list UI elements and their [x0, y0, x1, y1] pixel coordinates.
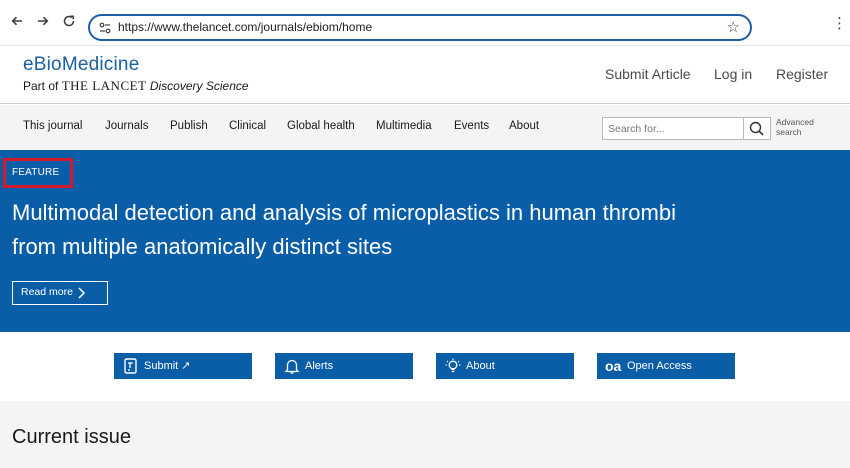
back-arrow-icon[interactable] [8, 14, 26, 32]
logo-part-of: Part of [23, 79, 59, 93]
hero-banner: FEATURE Multimodal detection and analysi… [0, 150, 850, 332]
register-link[interactable]: Register [776, 66, 828, 82]
site-header: eBioMedicine Part of THE LANCET Discover… [0, 46, 850, 104]
submit-label: Submit ↗ [144, 360, 191, 372]
open-access-button[interactable]: oa Open Access [597, 353, 735, 379]
nav-item-events[interactable]: Events [454, 120, 489, 132]
feature-label[interactable]: FEATURE [12, 167, 59, 178]
reload-icon[interactable] [60, 14, 78, 32]
nav-item-clinical[interactable]: Clinical [229, 120, 266, 132]
submit-article-link[interactable]: Submit Article [605, 66, 691, 82]
search-icon [749, 121, 764, 136]
star-icon[interactable]: ☆ [727, 18, 740, 36]
site-info-icon[interactable] [98, 21, 112, 35]
current-issue-section: Current issue [0, 401, 850, 468]
url-text[interactable]: https://www.thelancet.com/journals/ebiom… [118, 20, 372, 34]
lightbulb-icon [445, 358, 461, 373]
logo-title[interactable]: eBioMedicine [23, 54, 139, 76]
menu-dots-icon[interactable]: ⋮ [832, 14, 847, 32]
address-bar[interactable]: https://www.thelancet.com/journals/ebiom… [88, 14, 752, 41]
quick-links: Submit ↗ Alerts About oa Open Access [0, 332, 850, 401]
browser-toolbar: https://www.thelancet.com/journals/ebiom… [0, 0, 850, 46]
submit-doc-icon [124, 358, 137, 374]
forward-arrow-icon[interactable] [34, 14, 52, 32]
bell-icon [284, 359, 300, 374]
read-more-label: Read more [21, 286, 73, 298]
nav-item-about[interactable]: About [509, 120, 539, 132]
alerts-button[interactable]: Alerts [275, 353, 413, 379]
nav-item-this-journal[interactable]: This journal [23, 120, 82, 132]
nav-item-multimedia[interactable]: Multimedia [376, 120, 432, 132]
nav-item-journals[interactable]: Journals [105, 120, 148, 132]
open-access-label: Open Access [627, 360, 692, 372]
alerts-label: Alerts [305, 360, 334, 372]
advanced-search-link[interactable]: Advanced search [776, 117, 836, 137]
logo-subtitle[interactable]: Part of THE LANCET Discovery Science [23, 78, 249, 94]
nav-item-publish[interactable]: Publish [170, 120, 208, 132]
chevron-right-icon [78, 287, 86, 299]
nav-item-global-health[interactable]: Global health [287, 120, 355, 132]
hero-title[interactable]: Multimodal detection and analysis of mic… [12, 196, 692, 264]
search-input[interactable] [603, 118, 743, 139]
logo-discovery: Discovery Science [149, 79, 249, 93]
read-more-button[interactable]: Read more [12, 281, 108, 305]
search-field [602, 117, 744, 140]
search-button[interactable] [744, 117, 771, 140]
logo-brand: THE LANCET [61, 78, 147, 93]
submit-button[interactable]: Submit ↗ [114, 353, 252, 379]
main-nav: This journal Journals Publish Clinical G… [0, 105, 850, 150]
login-link[interactable]: Log in [714, 66, 752, 82]
open-access-icon: oa [605, 358, 622, 374]
current-issue-title: Current issue [12, 426, 131, 448]
about-button[interactable]: About [436, 353, 574, 379]
about-label: About [466, 360, 495, 372]
